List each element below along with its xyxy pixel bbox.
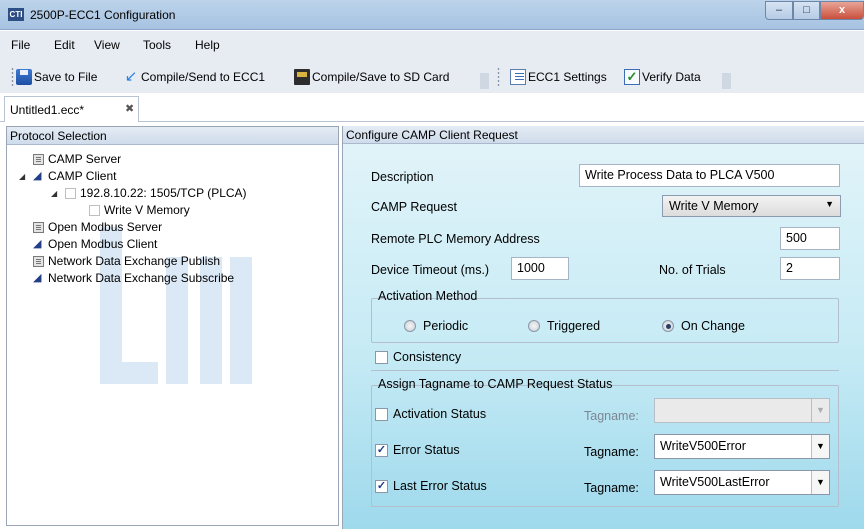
menu-edit[interactable]: Edit bbox=[54, 38, 75, 52]
close-tab-icon[interactable]: ✖ bbox=[125, 102, 134, 115]
camp-request-select[interactable]: Write V Memory ▼ bbox=[662, 195, 841, 217]
menu-file[interactable]: File bbox=[11, 38, 30, 52]
error-status-checkbox[interactable]: ✓ Error Status bbox=[375, 443, 460, 457]
document-icon bbox=[65, 187, 76, 199]
settings-list-icon bbox=[510, 69, 526, 85]
tagname-status-title: Assign Tagname to CAMP Request Status bbox=[378, 377, 613, 391]
radio-triggered[interactable]: Triggered bbox=[528, 319, 600, 333]
checkbox-indicator bbox=[375, 407, 388, 421]
minimize-button[interactable]: – bbox=[765, 1, 793, 20]
toolbar-grip[interactable] bbox=[497, 67, 500, 87]
consistency-label: Consistency bbox=[393, 350, 462, 364]
toolbar-overflow-button[interactable] bbox=[722, 73, 731, 89]
compile-save-sd-label: Compile/Save to SD Card bbox=[312, 70, 450, 84]
tree-item-nde-publish[interactable]: Network Data Exchange Publish bbox=[33, 253, 220, 269]
verify-data-label: Verify Data bbox=[642, 70, 701, 84]
checkbox-indicator: ✓ bbox=[375, 443, 388, 457]
description-field[interactable]: Write Process Data to PLCA V500 bbox=[579, 164, 840, 187]
verify-data-button[interactable]: ✓ Verify Data bbox=[624, 66, 701, 88]
compile-save-sd-button[interactable]: Compile/Save to SD Card bbox=[294, 66, 449, 88]
last-error-status-tagname-select[interactable]: WriteV500LastError ▼ bbox=[654, 470, 830, 495]
document-icon bbox=[89, 204, 100, 216]
save-icon bbox=[16, 69, 32, 85]
compile-send-button[interactable]: ↙ Compile/Send to ECC1 bbox=[123, 66, 265, 88]
consistency-checkbox[interactable]: Consistency bbox=[375, 350, 461, 364]
server-icon bbox=[33, 153, 44, 165]
menu-help[interactable]: Help bbox=[195, 38, 220, 52]
error-status-tagname-select[interactable]: WriteV500Error ▼ bbox=[654, 434, 830, 459]
tree-item-open-modbus-client[interactable]: ◢ Open Modbus Client bbox=[33, 236, 157, 252]
ecc1-settings-button[interactable]: ECC1 Settings bbox=[510, 66, 607, 88]
tree-item-plc-connection[interactable]: 192.8.10.22: 1505/TCP (PLCA) bbox=[65, 185, 247, 201]
menu-view[interactable]: View bbox=[94, 38, 120, 52]
radio-on-change[interactable]: On Change bbox=[662, 319, 745, 333]
configure-request-header: Configure CAMP Client Request bbox=[343, 126, 864, 144]
configure-request-panel: Configure CAMP Client Request Descriptio… bbox=[342, 126, 864, 529]
activation-method-title: Activation Method bbox=[378, 289, 478, 303]
tree-item-camp-server[interactable]: CAMP Server bbox=[33, 151, 121, 167]
description-label: Description bbox=[371, 170, 434, 184]
tab-label: Untitled1.ecc* bbox=[10, 103, 85, 117]
window-title: 2500P-ECC1 Configuration bbox=[30, 8, 176, 22]
tagname-label: Tagname: bbox=[584, 409, 639, 423]
tagname-label: Tagname: bbox=[584, 481, 639, 495]
toolbar-grip[interactable] bbox=[11, 67, 14, 87]
close-window-button[interactable]: x bbox=[820, 1, 864, 20]
chevron-down-icon[interactable]: ▼ bbox=[811, 471, 829, 494]
verify-check-icon: ✓ bbox=[624, 69, 640, 85]
remote-address-field[interactable]: 500 bbox=[780, 227, 840, 250]
chevron-down-icon: ▼ bbox=[825, 199, 834, 209]
toolbar-overflow-button[interactable] bbox=[480, 73, 489, 89]
chevron-down-icon[interactable]: ▼ bbox=[811, 435, 829, 458]
document-tab-strip: Untitled1.ecc* ✖ bbox=[0, 93, 864, 122]
app-logo-icon: CTI bbox=[8, 8, 24, 21]
client-icon: ◢ bbox=[33, 169, 42, 182]
server-icon bbox=[33, 221, 44, 233]
protocol-selection-header: Protocol Selection bbox=[7, 127, 338, 145]
radio-periodic[interactable]: Periodic bbox=[404, 319, 468, 333]
tree-item-camp-client[interactable]: ◢ CAMP Client bbox=[33, 168, 116, 184]
last-error-status-checkbox[interactable]: ✓ Last Error Status bbox=[375, 479, 487, 493]
camp-request-label: CAMP Request bbox=[371, 200, 457, 214]
save-to-file-label: Save to File bbox=[34, 70, 98, 84]
expand-arrow-icon[interactable]: ◢ bbox=[51, 189, 57, 198]
menu-tools[interactable]: Tools bbox=[143, 38, 171, 52]
maximize-button[interactable]: □ bbox=[793, 1, 820, 20]
checkbox-indicator bbox=[375, 350, 388, 364]
tab-untitled1[interactable]: Untitled1.ecc* ✖ bbox=[4, 96, 139, 122]
radio-indicator bbox=[528, 320, 540, 332]
trials-field[interactable]: 2 bbox=[780, 257, 840, 280]
checkbox-indicator: ✓ bbox=[375, 479, 388, 493]
tree-item-open-modbus-server[interactable]: Open Modbus Server bbox=[33, 219, 162, 235]
expand-arrow-icon[interactable]: ◢ bbox=[19, 172, 25, 181]
client-icon: ◢ bbox=[33, 237, 42, 250]
sd-card-icon bbox=[294, 69, 310, 85]
radio-indicator bbox=[404, 320, 416, 332]
radio-indicator bbox=[662, 320, 674, 332]
tree-item-nde-subscribe[interactable]: ◢ Network Data Exchange Subscribe bbox=[33, 270, 234, 286]
protocol-selection-panel: Protocol Selection CAMP Server ◢ ◢ CAMP … bbox=[6, 126, 339, 526]
title-bar: CTI 2500P-ECC1 Configuration – □ x bbox=[0, 0, 864, 30]
trials-label: No. of Trials bbox=[659, 263, 726, 277]
remote-address-label: Remote PLC Memory Address bbox=[371, 232, 540, 246]
device-timeout-field[interactable]: 1000 bbox=[511, 257, 569, 280]
ecc1-settings-label: ECC1 Settings bbox=[528, 70, 607, 84]
save-to-file-button[interactable]: Save to File bbox=[16, 66, 97, 88]
separator bbox=[371, 370, 839, 371]
activation-status-checkbox[interactable]: Activation Status bbox=[375, 407, 486, 421]
menu-bar: File Edit View Tools Help bbox=[0, 31, 864, 59]
chevron-down-icon: ▼ bbox=[811, 399, 829, 422]
toolbar: Save to File ↙ Compile/Send to ECC1 Comp… bbox=[0, 59, 864, 93]
compile-send-icon: ↙ bbox=[124, 68, 138, 85]
server-icon bbox=[33, 255, 44, 267]
client-icon: ◢ bbox=[33, 271, 42, 284]
compile-send-label: Compile/Send to ECC1 bbox=[141, 70, 266, 84]
activation-status-tagname-select: ▼ bbox=[654, 398, 830, 423]
device-timeout-label: Device Timeout (ms.) bbox=[371, 263, 490, 277]
camp-request-value: Write V Memory bbox=[669, 199, 759, 213]
tree-item-write-v-memory[interactable]: Write V Memory bbox=[89, 202, 190, 218]
tagname-label: Tagname: bbox=[584, 445, 639, 459]
